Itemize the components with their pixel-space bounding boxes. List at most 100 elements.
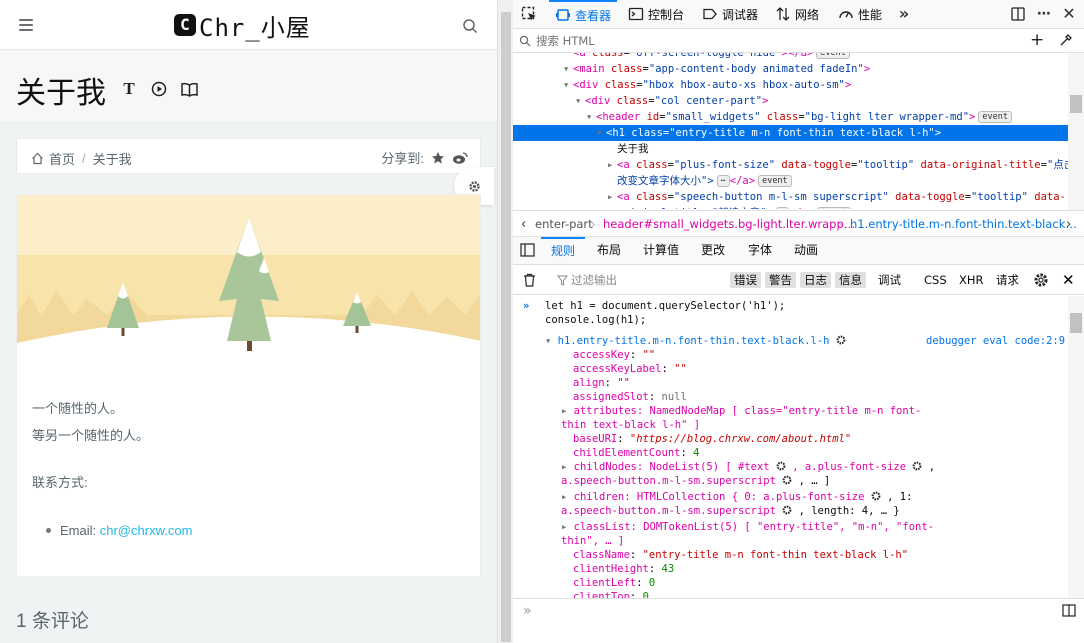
markup-node[interactable]: <a class="off-screen-toggle hide"></a> ev… <box>513 53 1068 61</box>
markup-node[interactable]: ▾ <div class="col center-part"> <box>513 93 1068 109</box>
node-breadcrumb-selected[interactable]: h1.entry-title.m-n.font-thin.text-black… <box>850 217 1077 231</box>
markup-attribute[interactable]: class="col center-part" <box>610 95 762 107</box>
more-tabs-icon[interactable]: » <box>896 6 912 22</box>
tab-animations[interactable]: 动画 <box>794 237 818 264</box>
markup-node[interactable]: ▾ <div class="hbox hbox-auto-xs hbox-auto… <box>513 77 1068 93</box>
close-icon[interactable]: ✕ <box>1061 6 1077 22</box>
tab-changes[interactable]: 更改 <box>701 237 725 264</box>
filter-debug[interactable]: 调试 <box>874 272 905 288</box>
markup-node[interactable]: ▸ <a class="plus-font-size" data-toggle="… <box>513 157 1068 173</box>
node-target-icon[interactable] <box>912 461 922 471</box>
email-link[interactable]: chr@chrxw.com <box>100 523 193 538</box>
markup-attribute[interactable]: data-toggle="tooltip" <box>775 159 914 171</box>
menu-icon[interactable] <box>19 19 33 31</box>
markup-attribute[interactable]: class="plus-font-size" <box>630 159 775 171</box>
markup-attribute[interactable]: data-toggle="tooltip" <box>889 191 1028 203</box>
breadcrumb-next-icon[interactable]: › <box>1066 217 1071 232</box>
expand-toggle-icon[interactable]: ▾ <box>586 109 596 125</box>
prop-classlist[interactable]: ▸ classList: DOMTokenList(5) [ "entry-ti… <box>561 520 934 534</box>
tab-console[interactable]: 控制台 <box>628 0 684 28</box>
book-icon[interactable] <box>180 80 198 98</box>
console-filter-input[interactable]: 过滤输出 <box>571 272 617 288</box>
search-icon[interactable] <box>462 18 478 34</box>
node-target-icon[interactable] <box>782 475 792 485</box>
site-logo[interactable]: C Chr_小屋 <box>174 11 311 42</box>
collapsed-content-badge[interactable]: ⋯ <box>716 175 730 187</box>
scrollbar-thumb[interactable] <box>1070 95 1082 113</box>
log-entry-head[interactable]: ▾ h1.entry-title.m-n.font-thin.text-blac… <box>545 334 846 348</box>
filter-logs[interactable]: 日志 <box>800 272 831 288</box>
expand-toggle-icon[interactable]: ▾ <box>563 61 573 77</box>
node-target-icon[interactable] <box>836 335 846 345</box>
node-breadcrumb[interactable]: header#small_widgets.bg-light.lter.wrapp… <box>603 217 855 231</box>
markup-attribute[interactable]: data- <box>1028 191 1066 203</box>
node-target-icon[interactable] <box>782 505 792 515</box>
markup-attribute[interactable]: class="entry-title m-n font-thin text-bl… <box>625 127 934 139</box>
play-icon[interactable] <box>150 80 168 98</box>
tab-rules[interactable]: 规则 <box>541 237 586 264</box>
markup-node[interactable]: ▾ <main class="app-content-body animated … <box>513 61 1068 77</box>
expand-toggle-icon[interactable]: ▾ <box>575 93 585 109</box>
node-target-icon[interactable] <box>776 461 786 471</box>
filter-requests[interactable]: 请求 <box>992 272 1023 288</box>
collapsed-content-badge[interactable]: ⋯ <box>775 207 789 209</box>
html-search-input[interactable]: 搜索 HTML <box>536 33 595 49</box>
markup-node[interactable]: 改变文章字体大小"> ⋯ </a> event <box>513 173 1068 189</box>
weibo-icon[interactable] <box>452 151 468 165</box>
markup-attribute[interactable]: class="hbox hbox-auto-xs hbox-auto-sm" <box>598 79 845 91</box>
tab-computed[interactable]: 计算值 <box>643 237 679 264</box>
markup-scrollbar[interactable] <box>1068 53 1084 210</box>
prop-childnodes[interactable]: ▸ childNodes: NodeList(5) [ #text , a.pl… <box>561 460 935 474</box>
console-scrollbar[interactable] <box>1068 296 1084 598</box>
filter-errors[interactable]: 错误 <box>730 272 761 288</box>
dock-icon[interactable] <box>1010 6 1026 22</box>
breadcrumb-prev-icon[interactable]: ‹ <box>521 217 526 232</box>
event-badge[interactable]: event <box>978 111 1012 123</box>
markup-attribute[interactable]: data-original-title="点击" <box>914 159 1068 171</box>
tab-layout[interactable]: 布局 <box>597 237 621 264</box>
node-breadcrumb[interactable]: enter-part <box>535 217 593 231</box>
tab-inspector[interactable]: 查看器 <box>549 0 618 28</box>
trash-icon[interactable] <box>523 273 536 287</box>
tab-network[interactable]: 网络 <box>775 0 819 28</box>
log-location[interactable]: debugger eval code:2:9 <box>926 334 1065 348</box>
scrollbar-thumb[interactable] <box>1070 313 1082 333</box>
event-badge[interactable]: event <box>758 175 792 187</box>
markup-node[interactable]: ▸ <a class="speech-button m-l-sm superscr… <box>513 189 1068 205</box>
filter-info[interactable]: 信息 <box>835 272 866 288</box>
tab-performance[interactable]: 性能 <box>838 0 882 28</box>
markup-node[interactable]: original-title="朗读文章">⋯</a>event <box>513 205 1068 209</box>
close-console-icon[interactable]: ✕ <box>1062 271 1075 289</box>
expand-toggle-icon[interactable]: ▸ <box>607 157 617 173</box>
scrollbar-thumb[interactable] <box>501 12 511 642</box>
expand-toggle-icon[interactable]: ▸ <box>607 189 617 205</box>
filter-css[interactable]: CSS <box>920 272 951 288</box>
website-scrollbar[interactable] <box>497 0 513 643</box>
filter-warnings[interactable]: 警告 <box>765 272 796 288</box>
expand-toggle-icon[interactable]: ▾ <box>596 125 606 141</box>
eyedropper-icon[interactable] <box>1059 33 1073 47</box>
markup-attribute[interactable]: class="off-screen-toggle hide" <box>586 53 782 59</box>
toggle-pane-icon[interactable] <box>520 243 535 257</box>
markup-node[interactable]: ▾ <header id="small_widgets" class="bg-li… <box>513 109 1068 125</box>
element-picker-icon[interactable] <box>521 6 537 22</box>
expand-toggle-icon[interactable]: ▾ <box>563 77 573 93</box>
gear-icon[interactable] <box>1033 272 1049 288</box>
star-icon[interactable] <box>431 151 445 165</box>
breadcrumb-home[interactable]: 首页 <box>49 149 75 168</box>
prop-attributes[interactable]: ▸ attributes: NamedNodeMap [ class="entr… <box>561 404 921 418</box>
markup-node-selected[interactable]: ▾ <h1 class="entry-title m-n font-thin te… <box>513 125 1068 141</box>
node-target-icon[interactable] <box>871 491 881 501</box>
filter-xhr[interactable]: XHR <box>955 272 988 288</box>
font-size-icon[interactable]: T <box>120 79 138 98</box>
console-input[interactable]: » <box>513 598 1084 643</box>
markup-attribute[interactable]: id="small_widgets" <box>640 111 761 123</box>
markup-attribute[interactable]: class="bg-light lter wrapper-md" <box>760 111 969 123</box>
tab-debugger[interactable]: 调试器 <box>702 0 758 28</box>
event-badge[interactable]: event <box>817 207 851 209</box>
event-badge[interactable]: event <box>816 53 850 59</box>
add-node-icon[interactable]: + <box>1030 30 1044 50</box>
markup-attribute[interactable]: class="speech-button m-l-sm superscript" <box>630 191 889 203</box>
editor-mode-icon[interactable] <box>1062 604 1076 617</box>
more-options-icon[interactable]: ⋯ <box>1036 6 1052 22</box>
